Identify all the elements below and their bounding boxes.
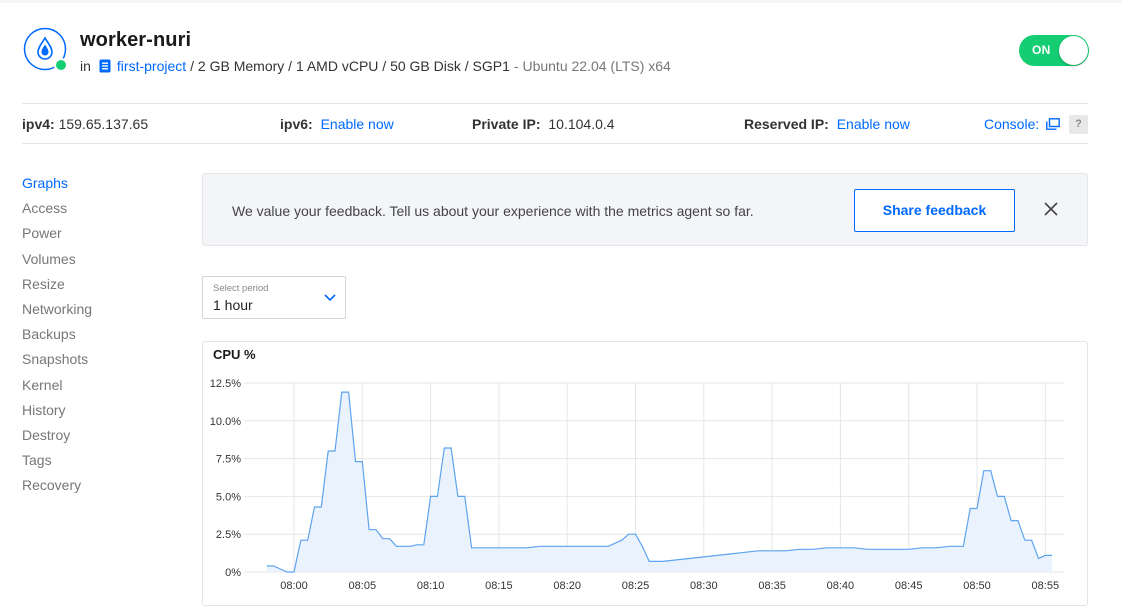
sidebar-item-graphs[interactable]: Graphs: [22, 175, 92, 200]
top-bar: [0, 0, 1122, 3]
sidebar-item-backups[interactable]: Backups: [22, 326, 92, 351]
sidebar-item-recovery[interactable]: Recovery: [22, 477, 92, 502]
project-link[interactable]: first-project: [117, 58, 186, 74]
x-tick-label: 08:00: [280, 580, 308, 592]
ipv4-label: ipv4:: [22, 116, 55, 132]
project-prefix: in: [80, 58, 91, 74]
y-tick-label: 10.0%: [210, 416, 241, 428]
network-info-bar: ipv4: 159.65.137.65 ipv6: Enable now Pri…: [22, 103, 1088, 144]
sidebar-item-access[interactable]: Access: [22, 200, 92, 225]
toggle-knob: [1059, 36, 1088, 65]
y-tick-label: 0%: [225, 567, 241, 579]
ipv4-info: ipv4: 159.65.137.65: [22, 116, 148, 132]
console-label: Console:: [984, 116, 1040, 132]
project-icon: [99, 59, 111, 73]
reserved-ip-label: Reserved IP:: [744, 116, 829, 132]
sidebar-item-tags[interactable]: Tags: [22, 452, 92, 477]
x-tick-label: 08:45: [895, 580, 923, 592]
y-tick-label: 12.5%: [210, 378, 241, 390]
power-status-label: ON: [1032, 43, 1051, 57]
period-select[interactable]: Select period 1 hour: [202, 276, 346, 319]
x-tick-label: 08:40: [827, 580, 855, 592]
power-toggle[interactable]: ON: [1019, 35, 1089, 66]
x-tick-label: 08:55: [1032, 580, 1060, 592]
y-tick-label: 5.0%: [216, 491, 241, 503]
ipv6-enable-link[interactable]: Enable now: [321, 116, 394, 132]
cpu-area-fill: [266, 392, 1053, 572]
sidebar-item-volumes[interactable]: Volumes: [22, 251, 92, 276]
external-window-icon: [1046, 118, 1061, 130]
console-link[interactable]: Console:: [984, 116, 1061, 132]
feedback-message: We value your feedback. Tell us about yo…: [232, 203, 754, 219]
y-tick-label: 7.5%: [216, 454, 241, 466]
droplet-name: worker-nuri: [80, 29, 192, 51]
droplet-sidebar-nav: Graphs Access Power Volumes Resize Netwo…: [22, 175, 92, 502]
ipv6-info: ipv6: Enable now: [280, 116, 394, 132]
chevron-down-icon: [324, 294, 336, 302]
private-ip-info: Private IP: 10.104.0.4: [472, 116, 615, 132]
share-feedback-button[interactable]: Share feedback: [854, 189, 1015, 232]
x-tick-label: 08:10: [417, 580, 445, 592]
sidebar-item-kernel[interactable]: Kernel: [22, 377, 92, 402]
y-tick-label: 2.5%: [216, 529, 241, 541]
cpu-chart-panel: 0% 2.5% 5.0% 7.5% 10.0% 12.5% 08:00 08:05 08:10 0…: [202, 341, 1088, 606]
x-tick-label: 08:50: [963, 580, 991, 592]
x-tick-label: 08:35: [758, 580, 786, 592]
x-tick-label: 08:30: [690, 580, 718, 592]
x-tick-label: 08:05: [349, 580, 377, 592]
help-icon[interactable]: ?: [1069, 115, 1088, 134]
reserved-ip-enable-link[interactable]: Enable now: [837, 116, 910, 132]
droplet-icon: [23, 27, 68, 72]
ipv4-value[interactable]: 159.65.137.65: [59, 116, 149, 132]
sidebar-item-power[interactable]: Power: [22, 225, 92, 250]
period-select-value: 1 hour: [213, 297, 253, 313]
sidebar-item-history[interactable]: History: [22, 402, 92, 427]
private-ip-label: Private IP:: [472, 116, 541, 132]
droplet-os: - Ubuntu 22.04 (LTS) x64: [513, 58, 671, 74]
sidebar-item-resize[interactable]: Resize: [22, 276, 92, 301]
droplet-specs: / 2 GB Memory / 1 AMD vCPU / 50 GB Disk …: [190, 58, 510, 74]
cpu-chart: 0% 2.5% 5.0% 7.5% 10.0% 12.5% 08:00 08:05 08:10 0…: [210, 378, 1064, 592]
droplet-subtitle: in first-project / 2 GB Memory / 1 AMD v…: [80, 58, 671, 74]
sidebar-item-networking[interactable]: Networking: [22, 301, 92, 326]
sidebar-item-destroy[interactable]: Destroy: [22, 427, 92, 452]
close-icon[interactable]: [1042, 200, 1060, 218]
period-select-label: Select period: [213, 283, 269, 294]
feedback-banner: We value your feedback. Tell us about yo…: [202, 173, 1088, 246]
sidebar-item-snapshots[interactable]: Snapshots: [22, 351, 92, 376]
private-ip-value[interactable]: 10.104.0.4: [548, 116, 614, 132]
x-tick-label: 08:15: [485, 580, 513, 592]
x-tick-label: 08:20: [553, 580, 581, 592]
reserved-ip-info: Reserved IP: Enable now: [744, 116, 910, 132]
ipv6-label: ipv6:: [280, 116, 313, 132]
x-tick-label: 08:25: [622, 580, 650, 592]
chart-title: CPU %: [213, 347, 256, 362]
